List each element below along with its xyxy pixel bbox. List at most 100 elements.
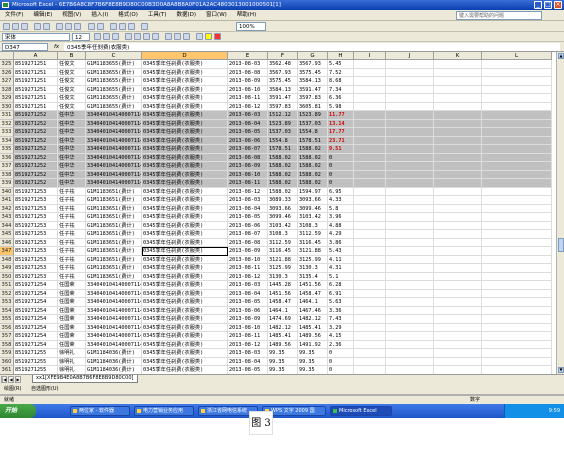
cell[interactable] — [482, 204, 552, 213]
row-header[interactable]: 350 — [0, 272, 14, 281]
preview-icon[interactable] — [43, 23, 50, 30]
cell[interactable]: 8519271252 — [14, 170, 58, 179]
cell[interactable]: 2013-08-05 — [228, 213, 268, 222]
cell[interactable]: 0345季年任刹费(衣服类) — [142, 238, 228, 247]
cell[interactable]: 2013-08-05 — [228, 298, 268, 307]
draw-menu[interactable]: 绘图(R) — [0, 386, 21, 392]
cell[interactable] — [354, 60, 386, 69]
cell[interactable]: 0345季年任刹费(衣服类) — [142, 153, 228, 162]
cell[interactable]: 3340401041400071146665(费计) — [86, 119, 142, 128]
cell[interactable]: 99.35 — [298, 357, 328, 366]
cell[interactable] — [434, 170, 482, 179]
cell[interactable] — [482, 332, 552, 341]
autoshape-menu[interactable]: 自选图形(U) — [23, 386, 59, 392]
cell[interactable]: 8519271254 — [14, 340, 58, 349]
cell[interactable] — [434, 306, 482, 315]
cell[interactable]: 8519271251 — [14, 68, 58, 77]
cell[interactable]: 2.36 — [328, 340, 354, 349]
cell[interactable]: 3093.66 — [268, 204, 298, 213]
cell[interactable] — [386, 136, 434, 145]
cell[interactable] — [386, 298, 434, 307]
cell[interactable] — [482, 340, 552, 349]
zoom-select[interactable]: 100% — [236, 22, 266, 31]
cell[interactable]: 1489.56 — [268, 340, 298, 349]
cell[interactable]: 2013-08-08 — [228, 153, 268, 162]
cell[interactable]: 2013-08-07 — [228, 145, 268, 154]
cell[interactable]: 3340401041400071145224(费计) — [86, 298, 142, 307]
cell[interactable]: 3575.45 — [268, 77, 298, 86]
cell[interactable] — [434, 264, 482, 273]
cell[interactable] — [434, 230, 482, 239]
cell[interactable] — [434, 298, 482, 307]
cell[interactable] — [482, 162, 552, 171]
task-button[interactable]: 电力营销业务应用 — [134, 406, 194, 416]
cell[interactable]: 4.29 — [328, 230, 354, 239]
cell[interactable]: 1578.51 — [268, 145, 298, 154]
cell[interactable]: 3575.45 — [298, 68, 328, 77]
cell[interactable]: 8519271253 — [14, 204, 58, 213]
cell[interactable]: 13.14 — [328, 119, 354, 128]
cell[interactable]: 6.91 — [328, 289, 354, 298]
cell[interactable]: 8519271251 — [14, 102, 58, 111]
cell[interactable] — [482, 349, 552, 358]
cell[interactable]: 2013-08-10 — [228, 323, 268, 332]
cell[interactable] — [482, 230, 552, 239]
cell[interactable] — [354, 272, 386, 281]
cell[interactable]: G1M1183655(费计) — [86, 68, 142, 77]
cell[interactable]: 5.43 — [328, 247, 354, 256]
cell[interactable]: 23.71 — [328, 136, 354, 145]
cell[interactable]: 8519271254 — [14, 281, 58, 290]
cell[interactable]: 任中华 — [58, 145, 86, 154]
task-button-active[interactable]: Microsoft Excel — [330, 406, 392, 416]
row-header[interactable]: 333 — [0, 128, 14, 137]
sheet-tab[interactable]: xx1[XFE9B4E0A8B7B6F8E8B9D80C00] — [32, 375, 138, 383]
sort-asc-icon[interactable] — [119, 23, 126, 30]
cell[interactable]: 2013-08-03 — [228, 196, 268, 205]
cell[interactable]: 8519271253 — [14, 264, 58, 273]
cell[interactable] — [354, 340, 386, 349]
cell[interactable] — [482, 102, 552, 111]
cell[interactable] — [434, 204, 482, 213]
cell[interactable]: 0345季年任刹费(衣服类) — [142, 255, 228, 264]
cell[interactable]: 任中华 — [58, 162, 86, 171]
cell[interactable]: 99.35 — [268, 366, 298, 374]
cell[interactable]: 0345季年任刹费(衣服类) — [142, 289, 228, 298]
cell[interactable]: G1M1183651(费计) — [86, 272, 142, 281]
cell[interactable]: 0345季年任刹费(衣服类) — [142, 60, 228, 69]
cell[interactable]: 2013-08-11 — [228, 179, 268, 188]
column-header-j[interactable]: J — [386, 52, 434, 60]
row-header[interactable]: 325 — [0, 60, 14, 69]
select-all-corner[interactable] — [0, 52, 14, 60]
cell[interactable] — [354, 306, 386, 315]
cell[interactable]: 3.96 — [328, 213, 354, 222]
cell[interactable] — [386, 349, 434, 358]
cell[interactable] — [386, 68, 434, 77]
cell[interactable]: 任国荣 — [58, 340, 86, 349]
cell[interactable]: 2013-08-04 — [228, 357, 268, 366]
cell[interactable] — [354, 187, 386, 196]
cell[interactable]: 任中华 — [58, 128, 86, 137]
cell[interactable]: 0 — [328, 357, 354, 366]
cell[interactable] — [386, 85, 434, 94]
cell[interactable]: 任中华 — [58, 153, 86, 162]
cell[interactable]: 0345季年任刹费(衣服类) — [142, 213, 228, 222]
cell[interactable] — [386, 255, 434, 264]
cell[interactable] — [354, 264, 386, 273]
menu-window[interactable]: 窗口(W) — [201, 10, 232, 21]
tab-first-icon[interactable]: |◀ — [1, 376, 7, 383]
cell[interactable]: 任子祛 — [58, 255, 86, 264]
cell[interactable] — [354, 281, 386, 290]
cell[interactable] — [434, 349, 482, 358]
cell[interactable] — [434, 60, 482, 69]
row-header[interactable]: 342 — [0, 204, 14, 213]
cell[interactable] — [354, 315, 386, 324]
cell[interactable]: 0345季年任刹费(衣服类) — [142, 230, 228, 239]
cell[interactable]: 7.52 — [328, 68, 354, 77]
cell[interactable]: 8519271254 — [14, 298, 58, 307]
cell[interactable]: 8519271254 — [14, 315, 58, 324]
row-header[interactable]: 349 — [0, 264, 14, 273]
cell[interactable]: 8519271252 — [14, 136, 58, 145]
cell[interactable]: 8519271253 — [14, 196, 58, 205]
cell[interactable] — [354, 221, 386, 230]
row-header[interactable]: 355 — [0, 315, 14, 324]
